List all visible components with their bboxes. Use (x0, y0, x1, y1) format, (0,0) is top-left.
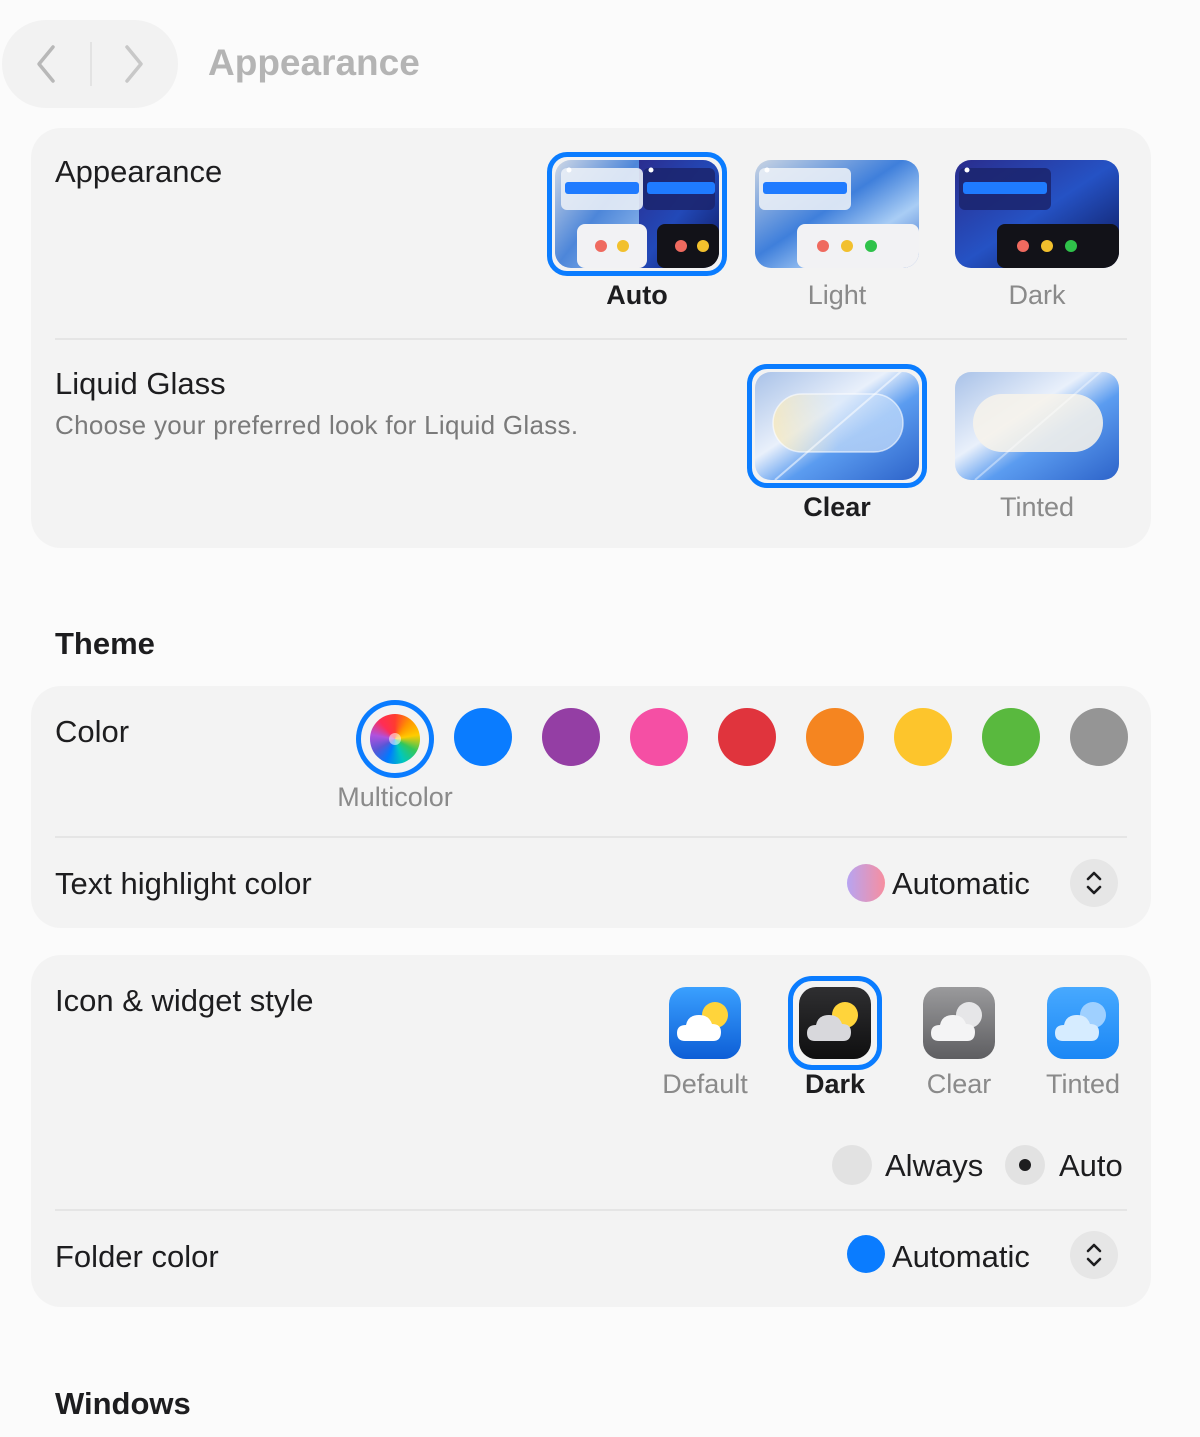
color-swatch-blue[interactable] (454, 708, 512, 766)
weather-icon (1055, 1002, 1106, 1041)
liquid-glass-description: Choose your preferred look for Liquid Gl… (55, 410, 579, 440)
chevron-left-icon (37, 45, 55, 83)
toolbar: Appearance (0, 0, 1200, 128)
weather-icon (807, 1002, 858, 1041)
appearance-auto-option[interactable] (555, 160, 719, 268)
color-swatch-purple[interactable] (542, 708, 600, 766)
liquid-glass-tinted-label: Tinted (999, 492, 1075, 522)
liquid-glass-tinted-option[interactable] (955, 372, 1119, 480)
icon-style-clear-option[interactable] (923, 987, 995, 1059)
folder-color-popup-button[interactable] (1070, 1231, 1118, 1279)
icon-style-dark-option[interactable] (799, 987, 871, 1059)
appearance-dark-option[interactable] (955, 160, 1119, 268)
appearance-light-preview (755, 160, 919, 268)
chevron-right-icon (125, 45, 143, 83)
icon-mode-auto-label: Auto (1059, 1148, 1123, 1183)
color-label: Color (55, 714, 130, 749)
color-swatch-multicolor[interactable] (356, 700, 434, 778)
appearance-light-option[interactable] (755, 160, 919, 268)
color-swatch-orange[interactable] (806, 708, 864, 766)
folder-color-swatch (847, 1235, 885, 1273)
liquid-glass-clear-option[interactable] (755, 372, 919, 480)
liquid-glass-clear-label: Clear (803, 492, 871, 522)
theme-card: Color Multicolor Text highlight color Au… (31, 686, 1151, 928)
windows-section-title: Windows (55, 1386, 191, 1421)
selected-color-label: Multicolor (337, 782, 453, 812)
theme-section-title: Theme (55, 626, 155, 661)
color-swatch-yellow[interactable] (894, 708, 952, 766)
forward-button[interactable] (90, 20, 178, 108)
color-swatch-red[interactable] (718, 708, 776, 766)
theme-separator (55, 836, 1127, 838)
appearance-dark-label: Dark (1008, 280, 1066, 310)
navigation-pill (2, 20, 178, 108)
page-title: Appearance (208, 42, 420, 83)
chevron-up-down-icon (1086, 1243, 1102, 1267)
liquid-glass-tinted-preview (955, 372, 1119, 480)
color-swatch-green[interactable] (982, 708, 1040, 766)
appearance-dark-preview (955, 160, 1119, 268)
text-highlight-label: Text highlight color (55, 866, 312, 901)
text-highlight-value[interactable]: Automatic (892, 866, 1030, 902)
appearance-auto-label: Auto (606, 280, 668, 310)
text-highlight-swatch (847, 864, 885, 902)
appearance-separator (55, 338, 1127, 340)
appearance-card: Appearance Auto Light Dark Liquid Glass … (31, 128, 1151, 548)
text-highlight-popup-button[interactable] (1070, 859, 1118, 907)
appearance-label: Appearance (55, 154, 223, 189)
folder-color-label: Folder color (55, 1239, 219, 1274)
chevron-up-down-icon (1086, 871, 1102, 895)
appearance-auto-preview (555, 160, 719, 268)
liquid-glass-label: Liquid Glass (55, 366, 226, 401)
liquid-glass-clear-preview (755, 372, 919, 480)
weather-icon (931, 1002, 982, 1041)
icon-widget-separator (55, 1209, 1127, 1211)
icon-widget-style-label: Icon & widget style (55, 983, 314, 1018)
color-swatch-graphite[interactable] (1070, 708, 1128, 766)
back-button[interactable] (2, 20, 90, 108)
icon-mode-auto-radio[interactable] (1005, 1145, 1045, 1185)
appearance-light-label: Light (807, 280, 867, 310)
folder-color-value[interactable]: Automatic (892, 1239, 1030, 1275)
icon-style-tinted-label: Tinted (1045, 1069, 1121, 1099)
icon-style-tinted-option[interactable] (1047, 987, 1119, 1059)
icon-widget-card: Icon & widget style Default Dark Clear T… (31, 955, 1151, 1307)
icon-mode-always-radio[interactable] (832, 1145, 872, 1185)
icon-mode-always-label: Always (885, 1148, 984, 1183)
icon-style-default-option[interactable] (669, 987, 741, 1059)
weather-icon (677, 1002, 728, 1041)
multicolor-wheel-icon (370, 714, 420, 764)
color-swatch-pink[interactable] (630, 708, 688, 766)
